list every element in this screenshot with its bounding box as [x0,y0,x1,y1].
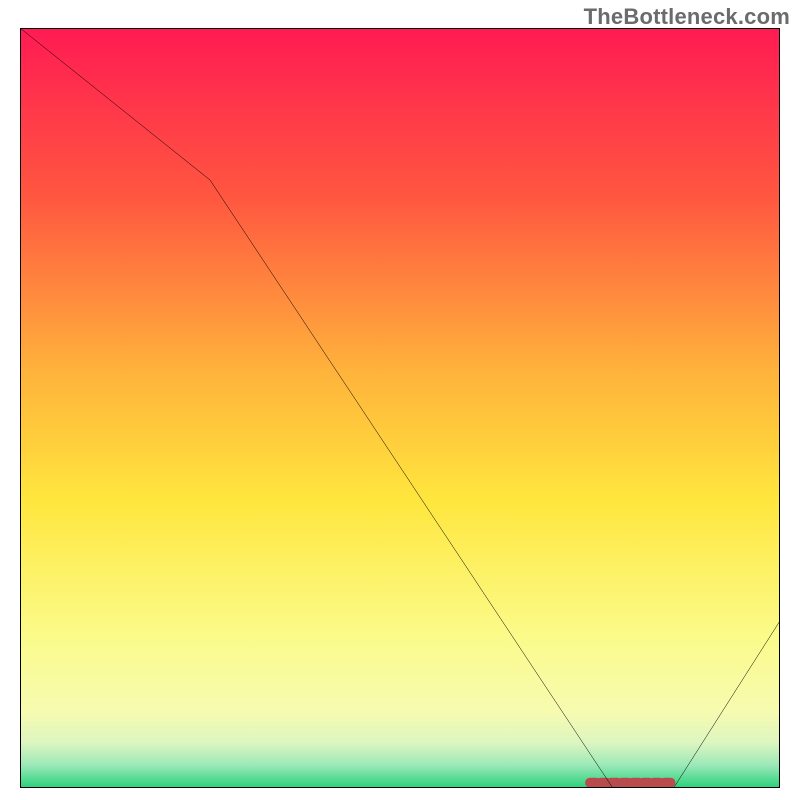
watermark-text: TheBottleneck.com [584,4,790,30]
chart-plot-area [20,28,780,788]
chart-axis-frame [20,28,780,788]
chart-stage: TheBottleneck.com [0,0,800,800]
